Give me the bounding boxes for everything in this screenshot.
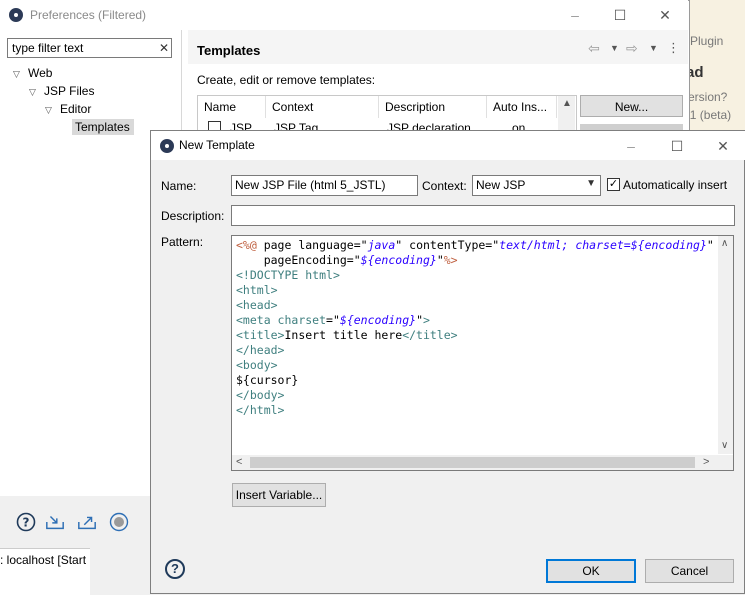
chevron-down-icon[interactable]: ▼ [649,43,658,53]
pattern-code[interactable]: <%@ page language="java" contentType="te… [236,238,714,418]
close-icon[interactable]: ✕ [655,6,675,24]
scroll-down-icon[interactable]: ∨ [721,440,728,451]
table-header-name[interactable]: Name [198,96,266,118]
filter-input[interactable]: type filter text [7,38,172,58]
tree-item-editor[interactable]: Editor [60,102,91,116]
preferences-titlebar[interactable]: Preferences (Filtered) ‒ ☐ ✕ [0,0,688,30]
clear-filter-icon[interactable]: ✕ [157,39,171,57]
auto-insert-checkbox[interactable]: ✓ [607,178,620,191]
pattern-label: Pattern: [161,235,204,249]
forward-arrow-icon[interactable]: ⇨ [626,40,638,57]
import-icon[interactable] [45,512,65,532]
scrollbar-thumb[interactable] [250,457,695,468]
minimize-icon[interactable]: ‒ [621,137,641,155]
help-icon[interactable]: ? [165,559,185,579]
maximize-icon[interactable]: ☐ [610,6,630,24]
scroll-up-icon[interactable]: ∧ [721,238,728,249]
scroll-left-icon[interactable]: < [236,456,242,468]
pattern-editor[interactable]: <%@ page language="java" contentType="te… [231,235,734,471]
context-value: New JSP [476,178,526,192]
scroll-right-icon[interactable]: > [703,456,709,468]
chevron-down-icon[interactable]: ▼ [610,43,619,53]
cancel-button[interactable]: Cancel [645,559,734,583]
context-label: Context: [422,179,467,193]
dialog-titlebar[interactable]: New Template ‒ ☐ ✕ [151,131,745,160]
table-scrollbar[interactable]: ▲ [558,96,575,134]
page-title: Templates [197,43,261,58]
tree-item-web[interactable]: Web [28,66,52,80]
dialog-title: New Template [179,138,255,152]
background-text: Plugin [690,34,724,48]
scroll-up-icon[interactable]: ▲ [562,98,572,109]
preferences-title: Preferences (Filtered) [30,8,147,22]
tree-item-jsp-files[interactable]: JSP Files [44,84,94,98]
record-icon[interactable] [109,512,129,532]
view-menu-icon[interactable]: ⋮ [667,40,680,56]
page-description: Create, edit or remove templates: [197,73,376,87]
pattern-vertical-scrollbar[interactable]: ∧ ∨ [718,236,733,454]
eclipse-icon [160,139,174,153]
table-header-auto-insert[interactable]: Auto Ins... [487,96,557,118]
maximize-icon[interactable]: ☐ [667,137,687,155]
auto-insert-label[interactable]: Automatically insert [623,178,727,192]
background-text: ersion? [688,90,728,104]
close-icon[interactable]: ✕ [713,137,733,155]
new-template-button[interactable]: New... [580,95,683,117]
minimize-icon[interactable]: ‒ [565,6,585,24]
chevron-down-icon[interactable]: ▽ [29,87,39,97]
export-icon[interactable] [77,512,97,532]
context-select[interactable]: New JSP ▼ [472,175,601,196]
background-text: 11 (beta) [684,108,732,122]
eclipse-icon [9,8,23,22]
server-status-text: : localhost [Start [0,553,87,567]
help-icon[interactable]: ? [16,512,36,532]
name-label: Name: [161,179,197,193]
chevron-down-icon[interactable]: ▽ [13,69,23,79]
table-header-description[interactable]: Description [379,96,487,118]
back-arrow-icon[interactable]: ⇦ [588,40,600,57]
name-field[interactable]: New JSP File (html 5_JSTL) [231,175,418,196]
description-field[interactable] [231,205,735,226]
chevron-down-icon[interactable]: ▽ [45,105,55,115]
description-label: Description: [161,209,225,223]
table-header-context[interactable]: Context [266,96,379,118]
tree-item-templates[interactable]: Templates [75,120,130,134]
svg-text:?: ? [23,516,30,530]
insert-variable-button[interactable]: Insert Variable... [232,483,326,507]
chevron-down-icon: ▼ [586,178,596,189]
ok-button[interactable]: OK [546,559,636,583]
